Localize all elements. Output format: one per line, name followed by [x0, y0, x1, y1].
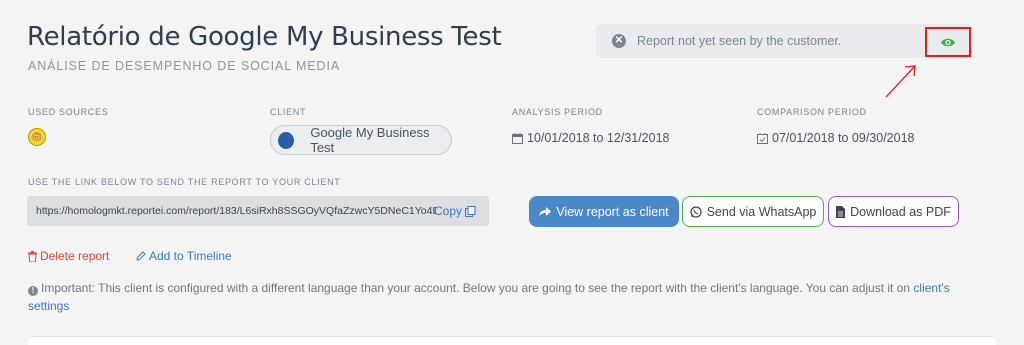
analysis-period-label: ANALYSIS PERIOD: [512, 107, 603, 117]
send-whatsapp-label: Send via WhatsApp: [706, 204, 817, 219]
add-to-timeline-label: Add to Timeline: [149, 249, 232, 263]
pencil-icon: [136, 251, 146, 261]
add-to-timeline-link[interactable]: Add to Timeline: [136, 249, 232, 263]
view-as-client-label: View report as client: [556, 204, 669, 219]
comparison-period-label: COMPARISON PERIOD: [757, 107, 867, 117]
client-label: CLIENT: [270, 107, 307, 117]
eye-icon-highlight[interactable]: [925, 27, 971, 57]
client-badge[interactable]: Google My Business Test: [270, 125, 452, 155]
copy-icon: [465, 205, 476, 217]
view-as-client-button[interactable]: View report as client: [529, 196, 679, 227]
share-arrow-icon: [539, 206, 552, 217]
client-name: Google My Business Test: [310, 125, 430, 155]
calendar-icon: [512, 132, 523, 144]
share-link-label: USE THE LINK BELOW TO SEND THE REPORT TO…: [28, 177, 341, 187]
report-content-card: [28, 336, 996, 345]
file-icon: [836, 205, 846, 218]
analysis-period-value: 10/01/2018 to 12/31/2018: [527, 131, 670, 145]
delete-report-link[interactable]: Delete report: [28, 249, 109, 263]
analysis-period: 10/01/2018 to 12/31/2018: [512, 131, 670, 145]
language-warning-text: Important: This client is configured wit…: [41, 281, 914, 295]
comparison-period: 07/01/2018 to 09/30/2018: [757, 131, 915, 145]
share-link-url[interactable]: https://homologmkt.reportei.com/report/1…: [36, 205, 436, 217]
mailchimp-source-icon: 🐵: [28, 128, 46, 146]
exclamation-circle-icon: !: [28, 286, 38, 296]
download-pdf-button[interactable]: Download as PDF: [828, 196, 959, 227]
used-sources-label: USED SOURCES: [28, 107, 109, 117]
comparison-period-value: 07/01/2018 to 09/30/2018: [772, 131, 915, 145]
client-logo-icon: [278, 131, 295, 149]
x-circle-icon: ✕: [612, 34, 626, 48]
copy-link-button[interactable]: Copy: [434, 204, 476, 218]
share-link-field[interactable]: https://homologmkt.reportei.com/report/1…: [27, 196, 489, 226]
copy-link-label: Copy: [434, 204, 463, 218]
trash-icon: [28, 250, 37, 262]
page-title: Relatório de Google My Business Test: [27, 22, 502, 52]
calendar-check-icon: [757, 132, 768, 144]
download-pdf-label: Download as PDF: [850, 204, 951, 219]
page-subtitle: ANÁLISE DE DESEMPENHO DE SOCIAL MEDIA: [28, 59, 341, 73]
delete-report-label: Delete report: [40, 249, 110, 263]
seen-status-text: Report not yet seen by the customer.: [637, 34, 842, 48]
annotation-arrow-icon: [885, 65, 916, 98]
eye-icon[interactable]: [940, 37, 956, 48]
language-warning: ! Important: This client is configured wi…: [28, 279, 988, 315]
send-whatsapp-button[interactable]: Send via WhatsApp: [682, 196, 824, 227]
whatsapp-icon: [689, 205, 702, 218]
seen-status-notice: ✕ Report not yet seen by the customer.: [596, 24, 972, 58]
